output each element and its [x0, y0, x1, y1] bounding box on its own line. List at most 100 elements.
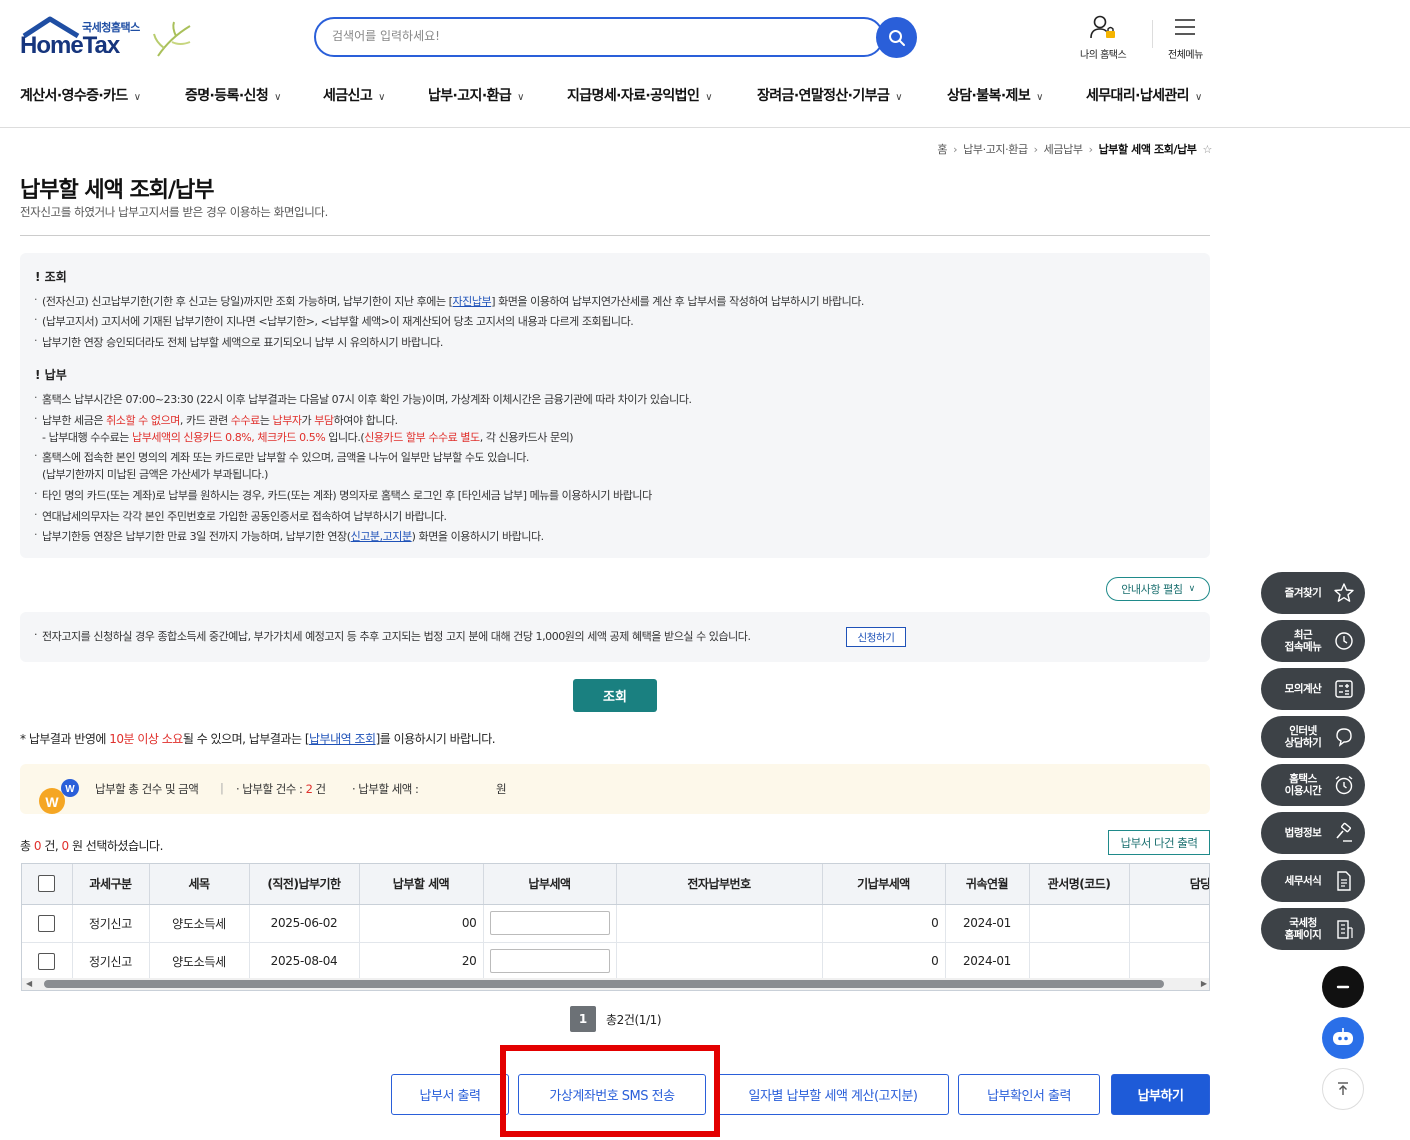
svg-text:W: W: [45, 794, 59, 810]
breadcrumb-payment[interactable]: 납부·고지·환급: [963, 143, 1028, 156]
chevron-down-icon: ∨: [133, 92, 141, 103]
ebill-apply-button[interactable]: 신청하기: [846, 627, 906, 647]
cell-due-date: 2025-06-02: [249, 904, 360, 943]
chevron-down-icon: ∨: [705, 92, 712, 103]
star-icon: [1334, 583, 1354, 602]
notice-pay-line-3-sub: (납부기한까지 미납된 금액은 가산세가 부과됩니다.): [42, 468, 268, 481]
notice-query-line-2: (납부고지서) 고지서에 기재된 납부기한이 지나면 <납부기한>, <납부할 …: [34, 313, 634, 329]
col-due-date: (직전)납부기한: [249, 864, 360, 905]
gnb-item-statement[interactable]: 지급명세·자료·공익법인 ∨: [567, 85, 713, 105]
collapse-quick-menu-button[interactable]: [1322, 966, 1364, 1008]
scroll-top-button[interactable]: [1322, 1068, 1364, 1110]
print-bill-button[interactable]: 납부서 출력: [391, 1074, 509, 1115]
user-lock-icon: [1090, 15, 1116, 39]
pay-amount-input[interactable]: [489, 911, 610, 935]
pay-button[interactable]: 납부하기: [1111, 1074, 1210, 1115]
my-hometax-button[interactable]: 나의 홈택스: [1080, 14, 1127, 61]
quick-law-info[interactable]: 법령정보: [1261, 812, 1365, 854]
col-manager: 담당자: [1129, 864, 1209, 905]
arrow-up-icon: [1338, 1082, 1348, 1095]
page-total: 총2건(1/1): [606, 1012, 662, 1027]
result-note: * 납부결과 반영에 10분 이상 소요될 수 있으며, 납부결과는 [납부내역…: [20, 732, 496, 746]
breadcrumb-tax-payment[interactable]: 세금납부: [1044, 143, 1083, 156]
quick-online-consult[interactable]: 인터넷 상담하기: [1261, 716, 1365, 758]
notice-query-line-1: (전자신고) 신고납부기한(기한 후 신고는 당일)까지만 조회 가능하며, 납…: [34, 293, 864, 309]
cell-period: 2024-01: [945, 904, 1030, 943]
gnb-item-invoice[interactable]: 계산서·영수증·카드 ∨: [20, 85, 141, 105]
row-checkbox[interactable]: [38, 914, 56, 932]
daily-calc-button[interactable]: 일자별 납부할 세액 계산(고지분): [717, 1074, 949, 1115]
gnb-item-payment[interactable]: 납부·고지·환급 ∨: [428, 85, 524, 105]
hometax-logo[interactable]: 국세청홈택스 HomeTax: [20, 16, 200, 62]
notice-pay-line-3: 홈택스에 접속한 본인 명의의 계좌 또는 카드로만 납부할 수 있으며, 금액…: [34, 449, 529, 465]
quick-recent-menu[interactable]: 최근 접속메뉴: [1261, 620, 1365, 662]
sms-virtual-account-button[interactable]: 가상계좌번호 SMS 전송: [518, 1074, 706, 1115]
table-horizontal-scrollbar[interactable]: ◀ ▶: [22, 978, 1209, 990]
cell-period: 2024-01: [945, 942, 1030, 981]
extension-link[interactable]: 신고분,고지분: [351, 530, 413, 543]
cell-paid-amount: 0: [822, 942, 946, 981]
gnb-item-consult[interactable]: 상담·불복·제보 ∨: [947, 85, 1043, 105]
gnb-item-agent[interactable]: 세무대리·납세관리 ∨: [1086, 85, 1202, 105]
notice-pay-line-2: 납부한 세금은 취소할 수 없으며, 카드 관련 수수료는 납부자가 부담하여야…: [34, 412, 398, 428]
self-payment-link[interactable]: 자진납부: [453, 295, 492, 308]
search-button[interactable]: [876, 17, 917, 58]
chevron-down-icon: ∨: [517, 92, 524, 103]
scroll-right-icon[interactable]: ▶: [1201, 978, 1207, 990]
summary-amount-label: · 납부할 세액 :: [352, 782, 419, 796]
chat-icon: [1336, 728, 1352, 747]
scroll-left-icon[interactable]: ◀: [26, 978, 32, 990]
page-subtitle: 전자신고를 하였거나 납부고지서를 받은 경우 이용하는 화면입니다.: [20, 205, 328, 219]
quick-tax-forms[interactable]: 세무서식: [1261, 860, 1365, 902]
breadcrumb: 홈 › 납부·고지·환급 › 세금납부 › 납부할 세액 조회/납부 ☆: [937, 143, 1213, 156]
payment-summary: W W 납부할 총 건수 및 금액 | · 납부할 건수 : 2 건 · 납부할…: [20, 764, 1210, 814]
select-all-cell: [22, 864, 73, 905]
notice-expand-button[interactable]: 안내사항 펼침 ∨: [1106, 577, 1210, 601]
hamburger-icon: [1175, 19, 1196, 35]
search-input[interactable]: [332, 19, 812, 53]
notice-query-heading: ! 조회: [35, 270, 67, 284]
logo-leaf-icon: [153, 21, 191, 57]
row-checkbox[interactable]: [38, 952, 56, 970]
notice-pay-line-1: 홈택스 납부시간은 07:00~23:30 (22시 이후 납부결과는 다음날 …: [34, 391, 692, 407]
gnb-item-incentive[interactable]: 장려금·연말정산·기부금 ∨: [757, 85, 903, 105]
all-menu-button[interactable]: 전체메뉴: [1168, 14, 1203, 61]
cell-payable-amount: 00: [359, 904, 484, 943]
col-pay-amount: 납부세액: [483, 864, 617, 905]
scrollbar-thumb[interactable]: [44, 980, 1164, 988]
document-icon: [1337, 871, 1351, 891]
table-row: 정기신고 양도소득세 2025-06-02 00 0 2024-01 760: [22, 904, 1209, 943]
global-nav: 계산서·영수증·카드 ∨ 증명·등록·신청 ∨ 세금신고 ∨ 납부·고지·환급 ∨ 지급…: [0, 78, 1410, 128]
notice-pay-line-2-sub: - 납부대행 수수료는 납부세액의 신용카드 0.8%, 체크카드 0.5% 입…: [42, 431, 574, 444]
col-tax-type: 과세구분: [72, 864, 150, 905]
cell-tax-item: 양도소득세: [149, 942, 250, 981]
page-1-button[interactable]: 1: [570, 1006, 596, 1032]
query-button[interactable]: 조회: [573, 679, 657, 712]
chevron-down-icon: ∨: [1194, 92, 1202, 103]
summary-count: · 납부할 건수 : 2 건: [236, 782, 326, 796]
star-icon[interactable]: ☆: [1203, 143, 1213, 156]
gnb-item-certificate[interactable]: 증명·등록·신청 ∨: [185, 85, 281, 105]
quick-service-hours[interactable]: 홈택스 이용시간: [1261, 764, 1365, 806]
alarm-clock-icon: [1335, 775, 1353, 795]
title-divider: [20, 235, 1210, 236]
quick-favorites[interactable]: 즐겨찾기: [1261, 572, 1365, 614]
search-icon: [888, 29, 905, 46]
notice-query-line-3: 납부기한 연장 승인되더라도 전체 납부할 세액으로 표기되오니 납부 시 유의…: [34, 334, 443, 350]
gnb-item-tax-return[interactable]: 세금신고 ∨: [323, 85, 385, 105]
quick-simulation[interactable]: 모의계산: [1261, 668, 1365, 710]
payment-history-link[interactable]: 납부내역 조회: [309, 732, 376, 746]
cell-paid-amount: 0: [822, 904, 946, 943]
col-epay-number: 전자납부번호: [616, 864, 823, 905]
print-confirmation-button[interactable]: 납부확인서 출력: [958, 1074, 1100, 1115]
breadcrumb-home[interactable]: 홈: [937, 143, 947, 156]
multi-print-button[interactable]: 납부서 다건 출력: [1108, 830, 1210, 855]
pay-amount-input[interactable]: [489, 949, 610, 973]
chatbot-button[interactable]: [1322, 1017, 1364, 1059]
summary-amount-unit: 원: [496, 782, 507, 796]
cell-office: [1029, 904, 1130, 943]
cell-tax-type: 정기신고: [72, 942, 150, 981]
notice-pay-line-4: 타인 명의 카드(또는 계좌)로 납부를 원하시는 경우, 카드(또는 계좌) …: [34, 487, 652, 503]
select-all-checkbox[interactable]: [38, 875, 56, 893]
quick-nts-homepage[interactable]: 국세청 홈페이지: [1261, 908, 1365, 950]
